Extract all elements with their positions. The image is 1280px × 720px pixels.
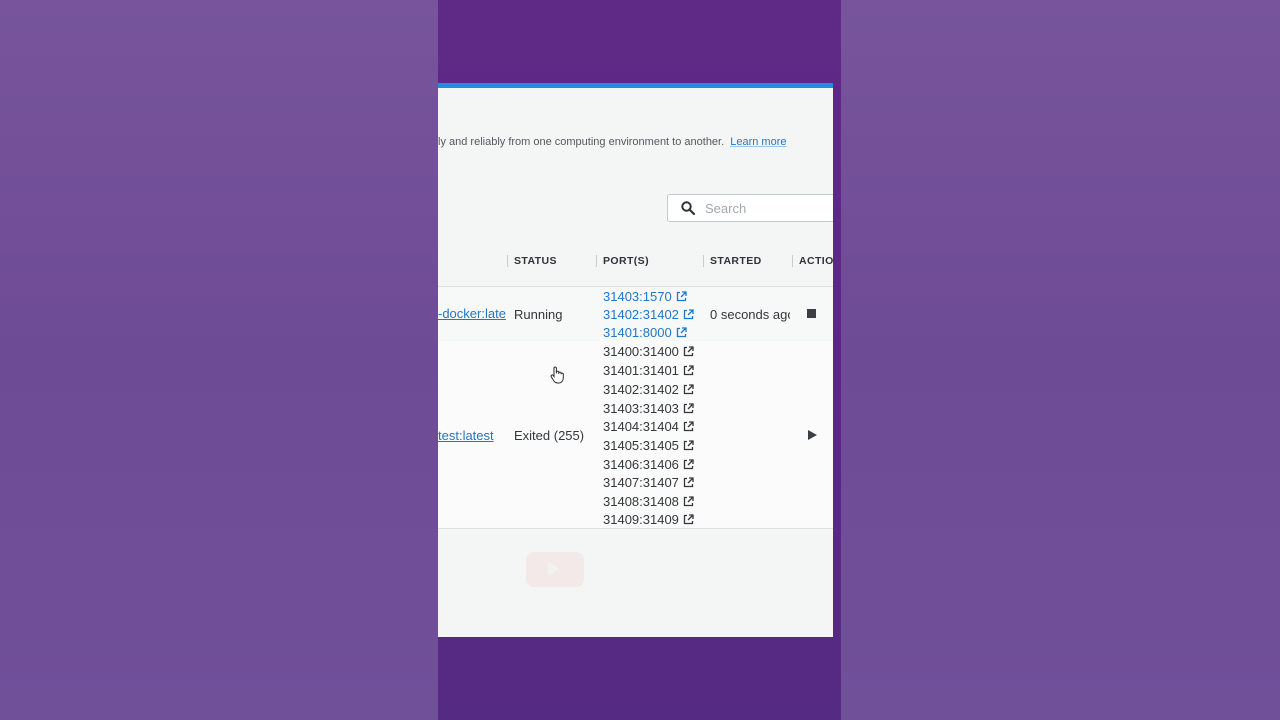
port-link[interactable]: 31404:31404 [603,419,694,434]
panel-accent-bar [438,83,833,88]
port-label: 31407:31407 [603,475,679,490]
search-box[interactable] [667,194,833,222]
container-started: 0 seconds ago [710,307,790,322]
column-separator [507,255,508,267]
container-image-link[interactable]: test:latest [438,428,494,443]
external-link-icon [683,496,694,507]
external-link-icon [683,421,694,432]
port-label: 31408:31408 [603,494,679,509]
column-separator [792,255,793,267]
port-link[interactable]: 31401:8000 [603,325,687,340]
port-label: 31401:8000 [603,325,672,340]
column-header-status[interactable]: STATUS [514,255,557,267]
row-divider [438,528,833,529]
port-link[interactable]: 31402:31402 [603,382,694,397]
port-link[interactable]: 31403:1570 [603,289,687,304]
port-link[interactable]: 31400:31400 [603,344,694,359]
left-blurred-background [0,0,438,720]
port-link[interactable]: 31406:31406 [603,457,694,472]
port-link[interactable]: 31402:31402 [603,307,694,322]
stop-button[interactable] [807,309,816,318]
external-link-icon [683,459,694,470]
column-header-ports[interactable]: PORT(S) [603,255,649,267]
container-status: Exited (255) [514,428,585,443]
container-status: Running [514,307,563,322]
port-link[interactable]: 31407:31407 [603,475,694,490]
external-link-icon [683,440,694,451]
port-label: 31403:31403 [603,401,679,416]
port-link[interactable]: 31409:31409 [603,512,694,527]
port-link[interactable]: 31408:31408 [603,494,694,509]
external-link-icon [683,477,694,488]
port-label: 31406:31406 [603,457,679,472]
port-label: 31402:31402 [603,382,679,397]
port-link[interactable]: 31405:31405 [603,438,694,453]
video-watermark [526,552,584,587]
hand-cursor-icon [550,366,564,384]
external-link-icon [676,291,687,302]
search-icon [681,201,695,215]
column-header-actions: ACTIO [799,255,833,267]
search-input[interactable] [705,200,815,216]
external-link-icon [676,327,687,338]
page-description: ly and reliably from one computing envir… [438,136,787,148]
port-label: 31405:31405 [603,438,679,453]
external-link-icon [683,403,694,414]
start-button[interactable] [808,430,817,440]
external-link-icon [683,309,694,320]
external-link-icon [683,384,694,395]
port-link[interactable]: 31403:31403 [603,401,694,416]
port-label: 31409:31409 [603,512,679,527]
column-header-started[interactable]: STARTED [710,255,762,267]
containers-panel: ly and reliably from one computing envir… [438,83,833,637]
container-image-link[interactable]: -docker:late [438,306,506,321]
external-link-icon [683,346,694,357]
port-label: 31403:1570 [603,289,672,304]
port-label: 31400:31400 [603,344,679,359]
column-separator [703,255,704,267]
external-link-icon [683,365,694,376]
port-label: 31402:31402 [603,307,679,322]
external-link-icon [683,514,694,525]
table-header: STATUS PORT(S) STARTED ACTIO [438,248,833,274]
description-text: ly and reliably from one computing envir… [438,136,725,148]
column-separator [596,255,597,267]
play-logo-icon [526,552,584,587]
learn-more-link[interactable]: Learn more [730,136,786,148]
port-label: 31401:31401 [603,363,679,378]
port-label: 31404:31404 [603,419,679,434]
port-link[interactable]: 31401:31401 [603,363,694,378]
right-blurred-background [841,0,1280,720]
